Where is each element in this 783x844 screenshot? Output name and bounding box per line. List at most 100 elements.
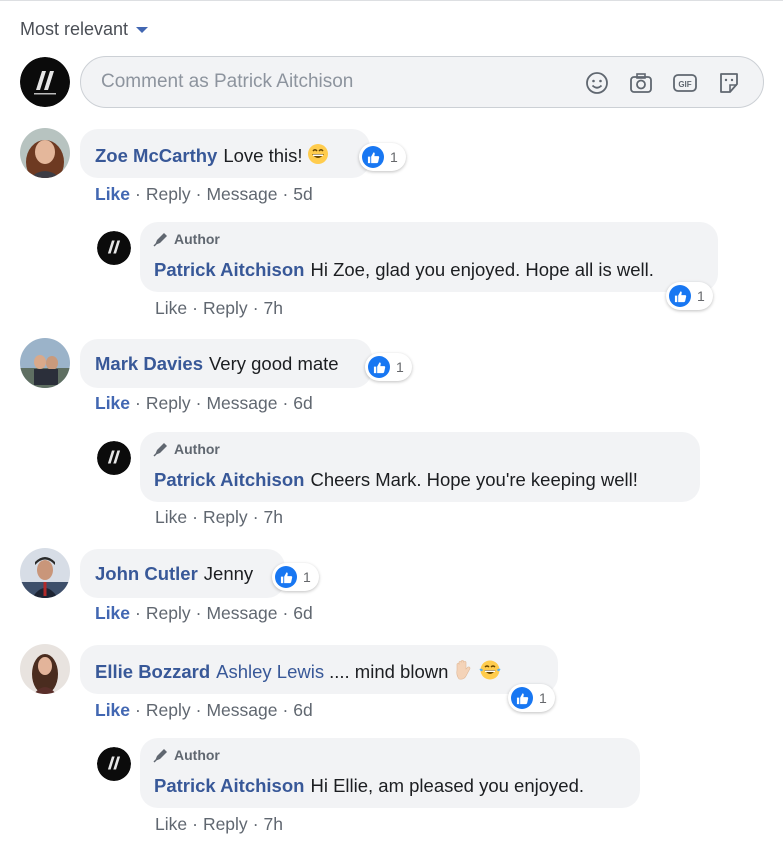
like-link[interactable]: Like <box>95 393 130 413</box>
raised-hand-emoji-icon <box>454 659 474 686</box>
message-link[interactable]: Message <box>206 184 277 204</box>
comment-text: Jenny <box>203 563 254 584</box>
reply-link[interactable]: Reply <box>203 507 248 527</box>
separator: · <box>135 184 141 204</box>
reaction-count[interactable]: 1 <box>666 282 713 310</box>
author-badge: Author <box>152 746 220 764</box>
comment-input[interactable]: Comment as Patrick Aitchison GIF <box>80 56 764 108</box>
comment-timestamp[interactable]: 7h <box>264 298 283 318</box>
comment-timestamp[interactable]: 7h <box>264 814 283 834</box>
reply-link[interactable]: Reply <box>146 700 191 720</box>
separator: · <box>252 298 259 318</box>
comment-text: Hi Zoe, glad you enjoyed. Hope all is we… <box>310 259 654 280</box>
avatar[interactable] <box>20 644 70 694</box>
commenter-name[interactable]: John Cutler <box>95 563 198 584</box>
reply-link[interactable]: Reply <box>146 603 191 623</box>
comment-actions: Like · Reply · Message · 6d <box>95 603 313 624</box>
commenter-name[interactable]: Patrick Aitchison <box>154 259 304 280</box>
avatar[interactable] <box>20 338 70 388</box>
reply-bubble: Author Patrick Aitchison Hi Zoe, glad you… <box>140 222 718 292</box>
comment-text: Cheers Mark. Hope you're keeping well! <box>310 469 638 490</box>
like-link[interactable]: Like <box>95 700 130 720</box>
author-label: Author <box>174 441 220 457</box>
sticker-icon[interactable] <box>715 69 743 97</box>
like-count: 1 <box>697 288 705 304</box>
reply-link[interactable]: Reply <box>146 184 191 204</box>
message-link[interactable]: Message <box>206 700 277 720</box>
like-link[interactable]: Like <box>155 298 187 318</box>
commenter-name[interactable]: Zoe McCarthy <box>95 145 217 166</box>
like-count: 1 <box>396 359 404 375</box>
comment-timestamp[interactable]: 5d <box>293 184 312 204</box>
comment-placeholder: Comment as Patrick Aitchison <box>101 71 354 92</box>
camera-icon[interactable] <box>627 69 655 97</box>
separator: · <box>282 393 289 413</box>
comment-actions: Like · Reply · Message · 6d <box>95 393 313 414</box>
comment-bubble: Zoe McCarthy Love this! <box>80 129 370 178</box>
tears-of-joy-emoji-icon <box>478 659 502 686</box>
like-reaction-icon <box>275 566 297 588</box>
comment-timestamp[interactable]: 6d <box>293 603 312 623</box>
comment-text: .... mind blown <box>329 661 449 682</box>
separator: · <box>192 298 198 318</box>
like-reaction-icon <box>511 687 533 709</box>
separator: · <box>192 814 198 834</box>
avatar[interactable] <box>97 441 131 475</box>
reaction-count[interactable]: 1 <box>272 563 319 591</box>
reply-actions: Like · Reply · 7h <box>155 814 283 835</box>
comment-timestamp[interactable]: 6d <box>293 393 312 413</box>
avatar[interactable] <box>20 548 70 598</box>
like-link[interactable]: Like <box>95 184 130 204</box>
like-link[interactable]: Like <box>155 814 187 834</box>
emoji-icon[interactable] <box>583 69 611 97</box>
separator: · <box>195 603 202 623</box>
reply-link[interactable]: Reply <box>203 814 248 834</box>
comment-text: Very good mate <box>208 353 339 374</box>
comment-actions: Like · Reply · Message · 5d <box>95 184 313 205</box>
tagged-user-link[interactable]: Ashley Lewis <box>216 661 324 682</box>
reaction-count[interactable]: 1 <box>365 353 412 381</box>
sort-dropdown[interactable]: Most relevant <box>20 19 149 40</box>
comment-timestamp[interactable]: 7h <box>264 507 283 527</box>
commenter-name[interactable]: Ellie Bozzard <box>95 661 210 682</box>
like-link[interactable]: Like <box>95 603 130 623</box>
avatar[interactable] <box>97 231 131 265</box>
reaction-count[interactable]: 1 <box>508 684 555 712</box>
separator: · <box>282 603 289 623</box>
commenter-name[interactable]: Mark Davies <box>95 353 203 374</box>
message-link[interactable]: Message <box>206 603 277 623</box>
separator: · <box>195 700 202 720</box>
top-border <box>0 0 783 1</box>
separator: · <box>195 184 202 204</box>
reply-link[interactable]: Reply <box>203 298 248 318</box>
author-label: Author <box>174 231 220 247</box>
separator: · <box>135 700 141 720</box>
commenter-name[interactable]: Patrick Aitchison <box>154 775 304 796</box>
pen-icon <box>153 233 167 247</box>
avatar[interactable] <box>97 747 131 781</box>
separator: · <box>252 814 259 834</box>
commenter-name[interactable]: Patrick Aitchison <box>154 469 304 490</box>
like-link[interactable]: Like <box>155 507 187 527</box>
reply-actions: Like · Reply · 7h <box>155 507 283 528</box>
reply-actions: Like · Reply · 7h <box>155 298 283 319</box>
author-label: Author <box>174 747 220 763</box>
grinning-face-emoji-icon <box>307 143 329 170</box>
reply-link[interactable]: Reply <box>146 393 191 413</box>
separator: · <box>282 184 289 204</box>
separator: · <box>192 507 198 527</box>
separator: · <box>282 700 289 720</box>
avatar[interactable] <box>20 128 70 178</box>
pen-icon <box>153 443 167 457</box>
message-link[interactable]: Message <box>206 393 277 413</box>
gif-icon[interactable]: GIF <box>671 69 699 97</box>
separator: · <box>195 393 202 413</box>
avatar[interactable] <box>20 57 70 107</box>
pen-icon <box>153 749 167 763</box>
like-count: 1 <box>539 690 547 706</box>
separator: · <box>252 507 259 527</box>
comment-actions: Like · Reply · Message · 6d <box>95 700 313 721</box>
sort-label: Most relevant <box>20 19 129 39</box>
comment-timestamp[interactable]: 6d <box>293 700 312 720</box>
reaction-count[interactable]: 1 <box>359 143 406 171</box>
